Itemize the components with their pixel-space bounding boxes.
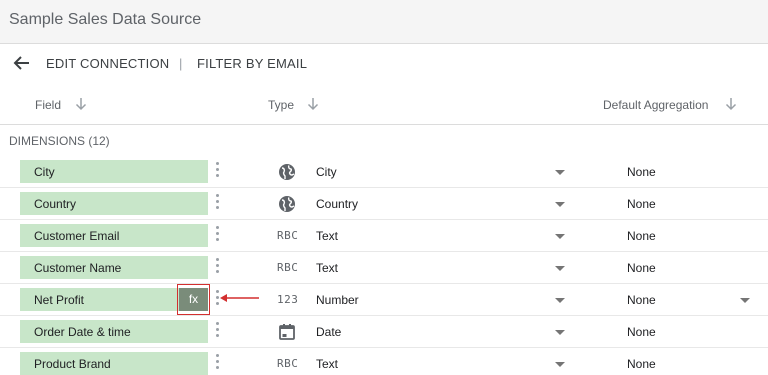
more-vert-icon[interactable]	[214, 258, 220, 278]
type-label: City	[316, 165, 337, 179]
back-arrow-icon[interactable]	[12, 53, 32, 73]
type-dropdown-caret-icon[interactable]	[555, 170, 565, 175]
type-dropdown-caret-icon[interactable]	[555, 330, 565, 335]
aggregation-label: None	[627, 165, 656, 179]
abc-icon: RBC	[277, 261, 299, 274]
type-label: Country	[316, 197, 359, 211]
aggregation-label: None	[627, 357, 656, 371]
field-chip[interactable]: Customer Email	[20, 224, 208, 247]
aggregation-label: None	[627, 325, 656, 339]
field-column-header[interactable]: Field	[35, 98, 61, 112]
sort-arrow-icon[interactable]	[74, 96, 88, 112]
edit-connection-button[interactable]: EDIT CONNECTION	[46, 56, 169, 71]
field-chip[interactable]: City	[20, 160, 208, 183]
field-row: Country Country None	[0, 188, 768, 220]
type-label: Text	[316, 261, 339, 275]
type-label: Number	[316, 293, 359, 307]
field-row: Customer Email RBC Text None	[0, 220, 768, 252]
filter-by-email-button[interactable]: FILTER BY EMAIL	[197, 56, 307, 71]
more-vert-icon[interactable]	[214, 194, 220, 214]
field-chip[interactable]: Order Date & time	[20, 320, 208, 343]
aggregation-dropdown-caret-icon[interactable]	[740, 298, 750, 303]
aggregation-column-header[interactable]: Default Aggregation	[603, 98, 708, 112]
more-vert-icon[interactable]	[214, 322, 220, 342]
toolbar-separator: |	[179, 56, 183, 71]
abc-icon: RBC	[277, 229, 299, 242]
abc-icon: RBC	[277, 357, 299, 370]
field-name: Customer Email	[34, 229, 120, 243]
type-label: Text	[316, 357, 339, 371]
more-vert-icon[interactable]	[214, 354, 220, 374]
type-column-header[interactable]: Type	[268, 98, 294, 112]
dimensions-section-label: DIMENSIONS (12)	[9, 134, 110, 148]
toolbar: EDIT CONNECTION | FILTER BY EMAIL	[0, 45, 768, 82]
field-name: Net Profit	[34, 293, 85, 307]
field-name: Order Date & time	[34, 325, 131, 339]
aggregation-label: None	[627, 293, 656, 307]
data-source-title: Sample Sales Data Source	[9, 11, 202, 28]
calendar-icon	[279, 324, 295, 340]
type-label: Date	[316, 325, 342, 339]
field-chip[interactable]: Customer Name	[20, 256, 208, 279]
field-row: Customer Name RBC Text None	[0, 252, 768, 284]
field-chip[interactable]: Country	[20, 192, 208, 215]
field-row: City City None	[0, 156, 768, 188]
type-dropdown-caret-icon[interactable]	[555, 202, 565, 207]
globe-icon	[279, 164, 295, 180]
field-row: Net Profit fx 123 Number None	[0, 284, 768, 316]
number-icon: 123	[277, 293, 299, 306]
field-row: Order Date & time Date None	[0, 316, 768, 348]
fx-highlight-box	[177, 284, 210, 315]
field-name: Customer Name	[34, 261, 122, 275]
more-vert-icon[interactable]	[214, 226, 220, 246]
column-header: Field Type Default Aggregation	[0, 88, 768, 125]
aggregation-label: None	[627, 229, 656, 243]
field-chip[interactable]: Product Brand	[20, 352, 208, 375]
type-dropdown-caret-icon[interactable]	[555, 362, 565, 367]
title-bar: Sample Sales Data Source	[0, 0, 768, 44]
more-vert-icon[interactable]	[214, 162, 220, 182]
type-label: Text	[316, 229, 339, 243]
globe-icon	[279, 196, 295, 212]
sort-arrow-icon[interactable]	[724, 96, 738, 112]
aggregation-label: None	[627, 197, 656, 211]
type-dropdown-caret-icon[interactable]	[555, 266, 565, 271]
type-dropdown-caret-icon[interactable]	[555, 234, 565, 239]
field-name: City	[34, 165, 55, 179]
aggregation-label: None	[627, 261, 656, 275]
annotation-arrow-icon	[220, 294, 259, 302]
field-name: Product Brand	[34, 357, 111, 371]
type-dropdown-caret-icon[interactable]	[555, 298, 565, 303]
sort-arrow-icon[interactable]	[306, 96, 320, 112]
field-row: Product Brand RBC Text None	[0, 348, 768, 375]
field-name: Country	[34, 197, 77, 211]
